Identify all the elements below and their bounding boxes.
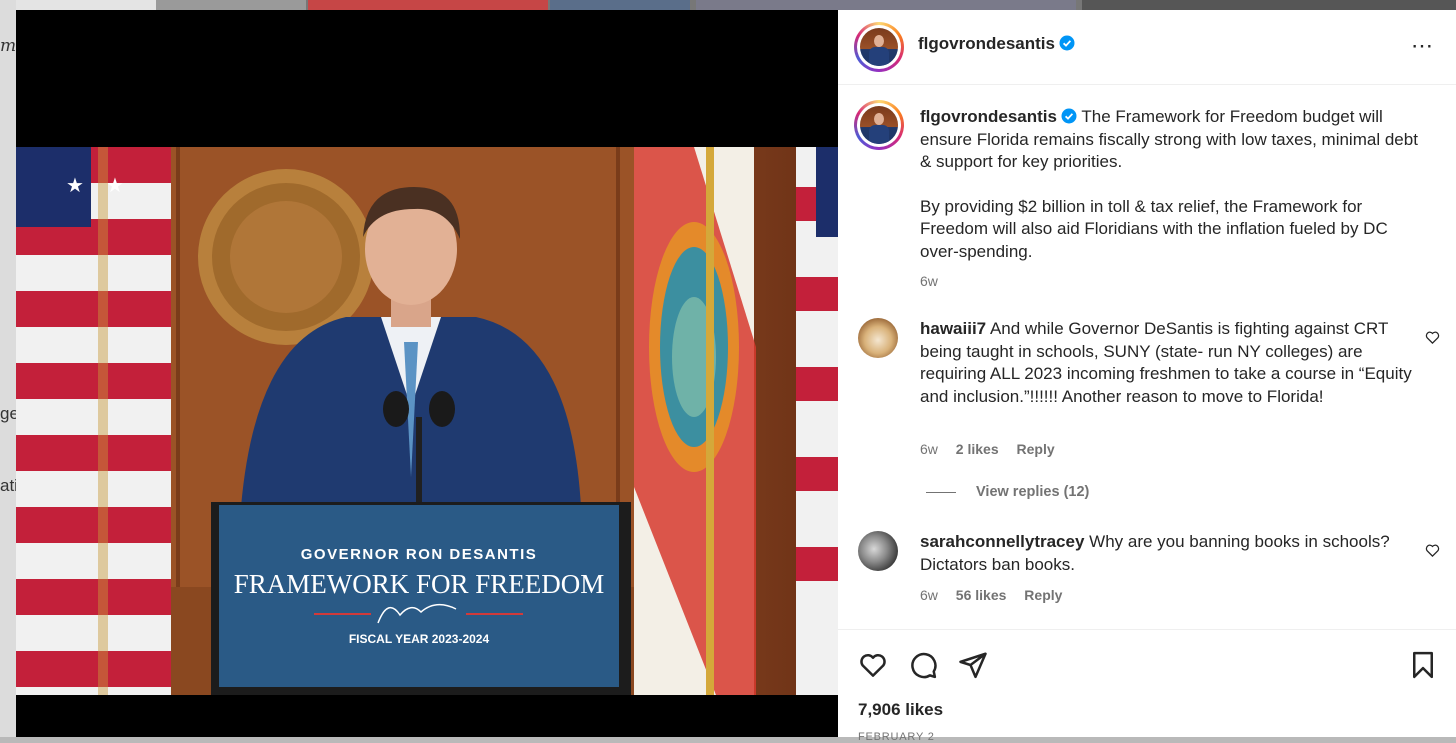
more-options-icon[interactable]: ⋯ [1411,34,1434,58]
heart-icon[interactable] [858,650,888,680]
comment-meta: 6w 2 likes Reply [920,441,1069,457]
verified-badge-icon [1061,108,1077,124]
post-header: flgovrondesantis ⋯ [838,10,1456,85]
comment-username[interactable]: sarahconnellytracey [920,532,1084,551]
podium-text-line2: FRAMEWORK FOR FREEDOM [234,569,605,599]
background-image-strip [16,0,1456,10]
background-page-edge: m ge ati [0,0,19,737]
svg-text:★: ★ [106,175,124,197]
comment-likes[interactable]: 2 likes [956,441,999,457]
likes-count[interactable]: 7,906 likes [858,700,943,720]
verified-badge-icon [1059,35,1075,51]
podium-text-line3: FISCAL YEAR 2023-2024 [349,632,490,646]
comment-likes[interactable]: 56 likes [956,587,1007,603]
comment-icon[interactable] [908,650,938,680]
caption-timestamp[interactable]: 6w [920,270,1430,293]
comment-reply-button[interactable]: Reply [1024,587,1062,603]
comment-username[interactable]: hawaiii7 [920,319,986,338]
comment-time[interactable]: 6w [920,441,938,457]
comment-item: sarahconnellytracey Why are you banning … [920,531,1420,576]
header-username[interactable]: flgovrondesantis [918,34,1055,53]
podium-text-line1: GOVERNOR RON DESANTIS [301,546,538,563]
comment-time[interactable]: 6w [920,587,938,603]
view-replies-button[interactable]: View replies (12) [926,484,1089,500]
caption-paragraph-2: By providing $2 billion in toll & tax re… [920,196,1388,261]
comment-meta: 6w 56 likes Reply [920,587,1076,603]
post-side-panel: flgovrondesantis ⋯ flgovrondesantis The … [838,10,1456,743]
post-caption: flgovrondesantis The Framework for Freed… [920,106,1430,293]
svg-text:★: ★ [66,175,84,197]
share-icon[interactable] [958,650,988,680]
bookmark-icon[interactable] [1408,650,1438,680]
comment-avatar[interactable] [858,531,898,571]
comment-text: And while Governor DeSantis is fighting … [920,319,1412,406]
background-text-fragment: m [0,36,17,56]
press-conference-photo: ★ ★ GOVERNOR RON DESANTIS FRAMEWORK FOR … [16,147,838,695]
comment-like-heart-icon[interactable] [1425,330,1440,345]
post-media[interactable]: ★ ★ GOVERNOR RON DESANTIS FRAMEWORK FOR … [16,10,838,737]
post-photo: ★ ★ GOVERNOR RON DESANTIS FRAMEWORK FOR … [16,147,838,695]
comment-item: hawaiii7 And while Governor DeSantis is … [920,318,1420,408]
replies-divider-line [926,491,956,493]
view-replies-label[interactable]: View replies (12) [976,484,1089,500]
caption-username[interactable]: flgovrondesantis [920,107,1057,126]
comment-reply-button[interactable]: Reply [1017,441,1055,457]
caption-author-avatar[interactable] [854,100,904,150]
comment-like-heart-icon[interactable] [1425,543,1440,558]
author-username-link[interactable]: flgovrondesantis [918,34,1075,54]
post-date: FEBRUARY 2 [858,731,935,743]
post-actions-bar: 7,906 likes FEBRUARY 2 [838,629,1456,743]
author-avatar[interactable] [854,22,904,72]
comment-avatar[interactable] [858,318,898,358]
